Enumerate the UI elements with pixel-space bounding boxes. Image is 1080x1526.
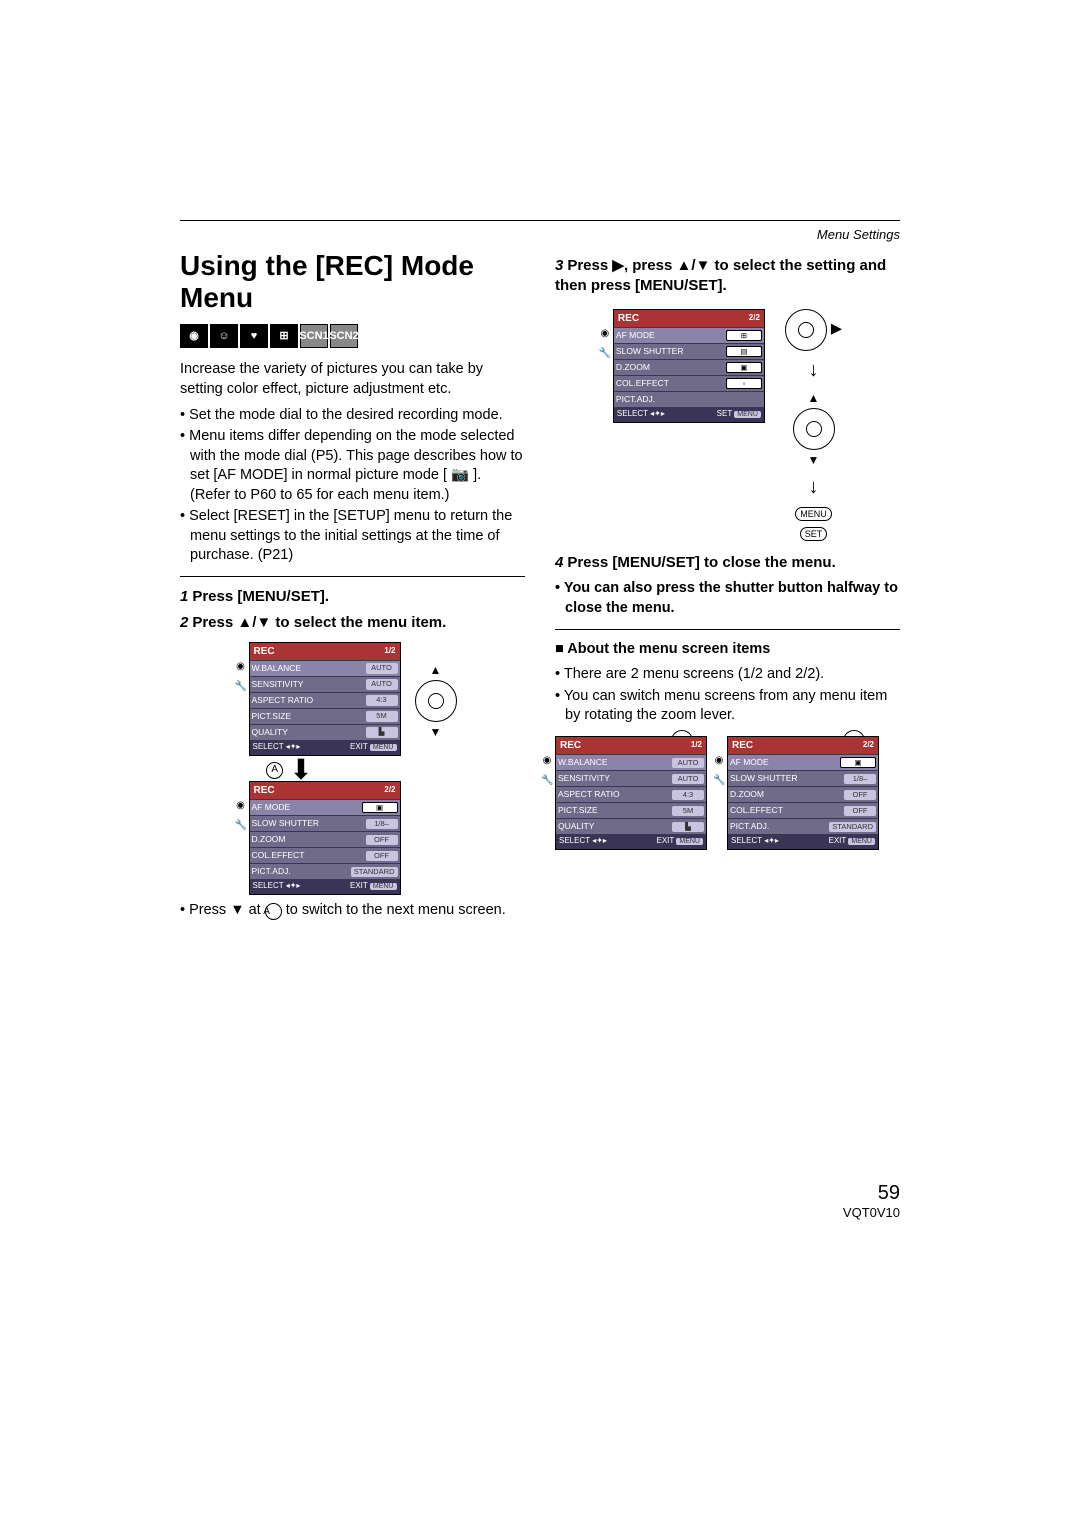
about-bullet: You can switch menu screens from any men…: [555, 687, 900, 726]
camera-tab-icon: ◉: [599, 327, 611, 339]
menu-screen-3: ◉ 🔧 REC2/2 AF MODE⊞ SLOW SHUTTER▤ D.ZOOM…: [613, 309, 765, 423]
down-connector-arrow-icon: ↓: [809, 357, 819, 384]
wrench-tab-icon: 🔧: [599, 347, 611, 359]
controller-icon: [785, 309, 827, 351]
menu-screen-2: ◉ 🔧 REC2/2 AF MODE▣ SLOW SHUTTER1/8– D.Z…: [249, 781, 401, 895]
down-arrow-icon: ▼: [430, 724, 442, 740]
up-down-icon: ▲/▼: [237, 614, 271, 631]
menu-screen-1: ◉ 🔧 REC1/2 W.BALANCEAUTO SENSITIVITYAUTO…: [249, 642, 401, 756]
up-down-icon: ▲/▼: [676, 257, 710, 274]
about-heading: About the menu screen items: [555, 640, 900, 660]
down-triangle-icon: ▼: [230, 902, 244, 918]
set-label: SET: [800, 527, 828, 541]
step-3: 3Press ▶, press ▲/▼ to select the settin…: [555, 256, 900, 297]
step-2: 2Press ▲/▼ to select the menu item.: [180, 613, 525, 633]
step-1: 1Press [MENU/SET].: [180, 587, 525, 607]
mode-icon-strip: ◉ ☺ ♥ ⊞ SCN1 SCN2: [180, 324, 525, 348]
page-title: Using the [REC] Mode Menu: [180, 250, 525, 314]
intro-bullet: Select [RESET] in the [SETUP] menu to re…: [180, 507, 525, 566]
wrench-tab-icon: 🔧: [235, 680, 247, 692]
up-arrow-icon: ▲: [808, 390, 820, 406]
step-4: 4Press [MENU/SET] to close the menu.: [555, 553, 900, 573]
intro-text: Increase the variety of pictures you can…: [180, 360, 525, 399]
intro-bullet: Set the mode dial to the desired recordi…: [180, 406, 525, 426]
down-arrow-icon: ⬇: [289, 762, 312, 779]
step2-note: Press ▼ at A to switch to the next menu …: [180, 901, 525, 921]
camera-icon: ◉: [180, 324, 208, 348]
marker-a: A: [266, 762, 283, 779]
scn2-icon: SCN2: [330, 324, 358, 348]
page-number: 59: [180, 1182, 900, 1205]
camera-tab-icon: ◉: [235, 660, 247, 672]
right-triangle-icon: ▶: [612, 257, 624, 274]
doc-code: VQT0V10: [180, 1205, 900, 1220]
up-arrow-icon: ▲: [430, 662, 442, 678]
right-arrow-icon: ▶: [831, 320, 842, 340]
down-connector-arrow-icon: ↓: [809, 474, 819, 501]
menu-label: MENU: [795, 507, 832, 521]
camera-tab-icon: ◉: [235, 799, 247, 811]
macro-icon: ☺: [210, 324, 238, 348]
controller-icon: [793, 408, 835, 450]
section-header: Menu Settings: [180, 227, 900, 242]
heart-icon: ♥: [240, 324, 268, 348]
movie-icon: ⊞: [270, 324, 298, 348]
bottom-menu-2: ◉🔧 REC2/2 AF MODE▣ SLOW SHUTTER1/8– D.ZO…: [727, 736, 879, 850]
scn1-icon: SCN1: [300, 324, 328, 348]
about-bullet: There are 2 menu screens (1/2 and 2/2).: [555, 665, 900, 685]
step4-sub: You can also press the shutter button ha…: [555, 579, 900, 618]
wrench-tab-icon: 🔧: [235, 819, 247, 831]
bottom-menu-1: ◉🔧 REC1/2 W.BALANCEAUTO SENSITIVITYAUTO …: [555, 736, 707, 850]
controller-icon: [415, 680, 457, 722]
intro-bullet: Menu items differ depending on the mode …: [180, 427, 525, 505]
down-arrow-icon: ▼: [808, 452, 820, 468]
